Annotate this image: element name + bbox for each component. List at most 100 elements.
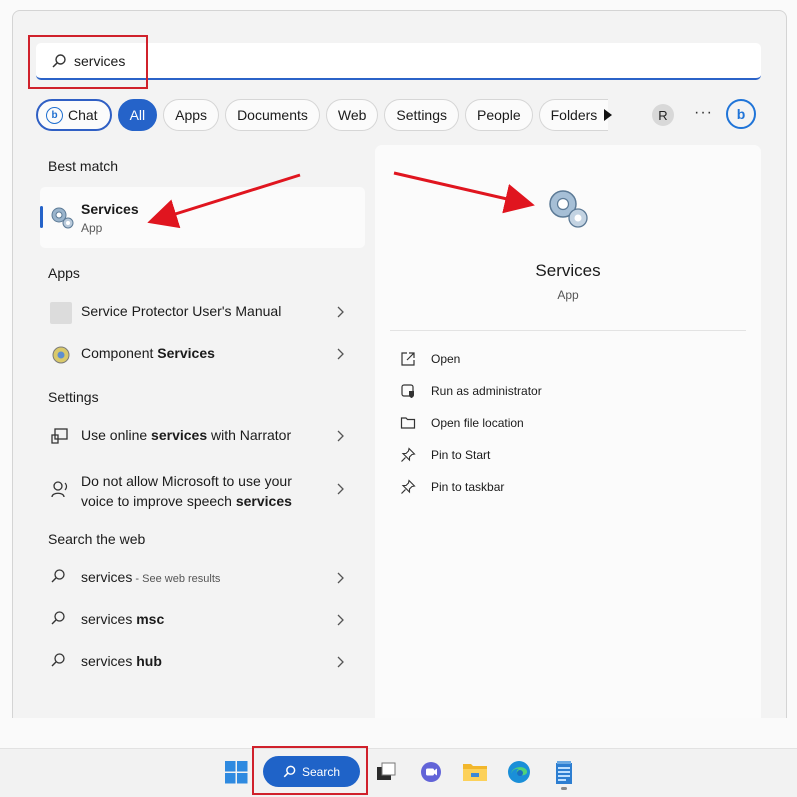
taskbar xyxy=(0,748,797,797)
label-line1: Do not allow Microsoft to use your xyxy=(81,473,292,489)
section-apps: Apps xyxy=(48,265,80,281)
label-plain: services xyxy=(81,569,133,585)
bing-icon: b xyxy=(736,106,746,122)
services-gear-icon xyxy=(545,185,591,236)
chip-label: Web xyxy=(337,107,367,123)
label-plain: services xyxy=(81,611,137,627)
chip-label: Folders xyxy=(550,107,598,123)
label-bold: msc xyxy=(136,611,165,627)
action-run-as-admin[interactable]: Run as administrator xyxy=(400,380,700,404)
play-icon[interactable] xyxy=(602,108,614,127)
label-plain: services xyxy=(81,653,137,669)
services-gear-icon xyxy=(49,204,75,235)
detail-pane: Services App Open Run as administrator O… xyxy=(375,145,761,734)
chip-apps[interactable]: Apps xyxy=(163,99,220,131)
section-settings: Settings xyxy=(48,389,99,405)
chip-people[interactable]: People xyxy=(465,99,533,131)
label-bold: services xyxy=(151,427,208,443)
start-icon[interactable] xyxy=(225,761,249,785)
chip-documents[interactable]: Documents xyxy=(225,99,320,131)
document-icon xyxy=(50,302,72,324)
shield-icon xyxy=(400,383,416,404)
list-item-label: services msc xyxy=(81,611,164,627)
search-icon xyxy=(50,568,72,590)
list-item-web-services-msc[interactable]: services msc xyxy=(40,600,360,640)
search-icon xyxy=(50,610,72,632)
chevron-right-icon xyxy=(336,613,344,631)
list-item-component-services[interactable]: Component Services xyxy=(40,334,360,374)
divider xyxy=(390,330,746,331)
list-item-web-services-hub[interactable]: services hub xyxy=(40,642,360,682)
chip-settings[interactable]: Settings xyxy=(384,99,460,131)
edge-icon[interactable] xyxy=(507,760,531,784)
action-label: Pin to Start xyxy=(431,448,491,462)
avatar[interactable]: R xyxy=(652,104,674,126)
chevron-right-icon xyxy=(336,655,344,673)
file-explorer-icon[interactable] xyxy=(462,760,487,784)
chip-label: Apps xyxy=(175,107,208,123)
action-label: Pin to taskbar xyxy=(431,480,505,494)
chevron-right-icon xyxy=(336,347,344,365)
action-pin-to-start[interactable]: Pin to Start xyxy=(400,444,700,468)
label-plain: Use online xyxy=(81,427,152,443)
list-item-speech-services[interactable]: Do not allow Microsoft to use your voice… xyxy=(40,468,360,510)
desktop-strip xyxy=(0,718,797,748)
action-label: Open file location xyxy=(431,416,524,430)
pin-icon xyxy=(400,447,416,468)
notepad-icon[interactable] xyxy=(552,760,576,784)
chip-web[interactable]: Web xyxy=(325,99,379,131)
teams-chat-icon[interactable] xyxy=(419,760,443,784)
chip-label: Chat xyxy=(68,107,98,123)
avatar-initial: R xyxy=(658,107,668,123)
list-item-web-services[interactable]: services - See web results xyxy=(40,558,360,598)
detail-subtitle: App xyxy=(557,288,579,302)
chip-all[interactable]: All xyxy=(117,99,158,131)
label-bold: hub xyxy=(136,653,162,669)
task-view-icon[interactable] xyxy=(374,760,398,784)
chevron-right-icon xyxy=(336,571,344,589)
action-open[interactable]: Open xyxy=(400,348,700,372)
bing-icon: b xyxy=(46,106,63,124)
selection-indicator xyxy=(40,206,43,228)
list-item-label: services hub xyxy=(81,653,162,669)
section-best-match: Best match xyxy=(48,158,119,174)
more-options-button[interactable]: ··· xyxy=(694,104,713,122)
annotation-box-taskbar-search xyxy=(252,746,368,795)
label-bold: services xyxy=(235,493,292,509)
list-item-label: Use online services with Narrator xyxy=(81,427,291,443)
action-pin-to-taskbar[interactable]: Pin to taskbar xyxy=(400,476,700,500)
action-label: Run as administrator xyxy=(431,384,542,398)
search-input[interactable] xyxy=(74,50,674,72)
chevron-right-icon xyxy=(336,305,344,323)
open-icon xyxy=(400,351,416,372)
label-plain: Component xyxy=(81,345,158,361)
speech-icon xyxy=(50,479,72,501)
filter-chips: b Chat All Apps Documents Web Settings P… xyxy=(36,97,614,133)
annotation-box-search xyxy=(28,35,148,89)
chevron-right-icon xyxy=(336,429,344,447)
best-match-services[interactable]: Services App xyxy=(40,187,365,248)
more-icon: ··· xyxy=(694,104,713,121)
bing-chat-button[interactable]: b xyxy=(726,99,756,129)
action-label: Open xyxy=(431,352,461,366)
detail-title: Services xyxy=(535,261,601,280)
list-item-label: Component Services xyxy=(81,345,215,361)
chip-label: People xyxy=(477,107,521,123)
chip-label: Settings xyxy=(396,107,448,123)
list-item-service-protector[interactable]: Service Protector User's Manual xyxy=(40,292,360,332)
list-item-online-services-narrator[interactable]: Use online services with Narrator xyxy=(40,416,360,456)
list-item-label: services - See web results xyxy=(81,569,220,585)
chevron-right-icon xyxy=(336,482,344,500)
action-open-file-location[interactable]: Open file location xyxy=(400,412,700,436)
label-plain: with Narrator xyxy=(207,427,292,443)
folder-icon xyxy=(400,415,416,436)
label-suffix: - See web results xyxy=(132,573,221,585)
search-icon xyxy=(50,652,72,674)
chip-chat[interactable]: b Chat xyxy=(36,99,112,131)
label-plain: voice to improve speech xyxy=(81,493,236,509)
list-item-label: Do not allow Microsoft to use your voice… xyxy=(81,471,292,511)
chip-label: All xyxy=(129,107,146,123)
chip-folders[interactable]: Folders xyxy=(538,99,609,131)
label-bold: Services xyxy=(157,345,215,361)
best-match-title: Services xyxy=(81,201,139,217)
